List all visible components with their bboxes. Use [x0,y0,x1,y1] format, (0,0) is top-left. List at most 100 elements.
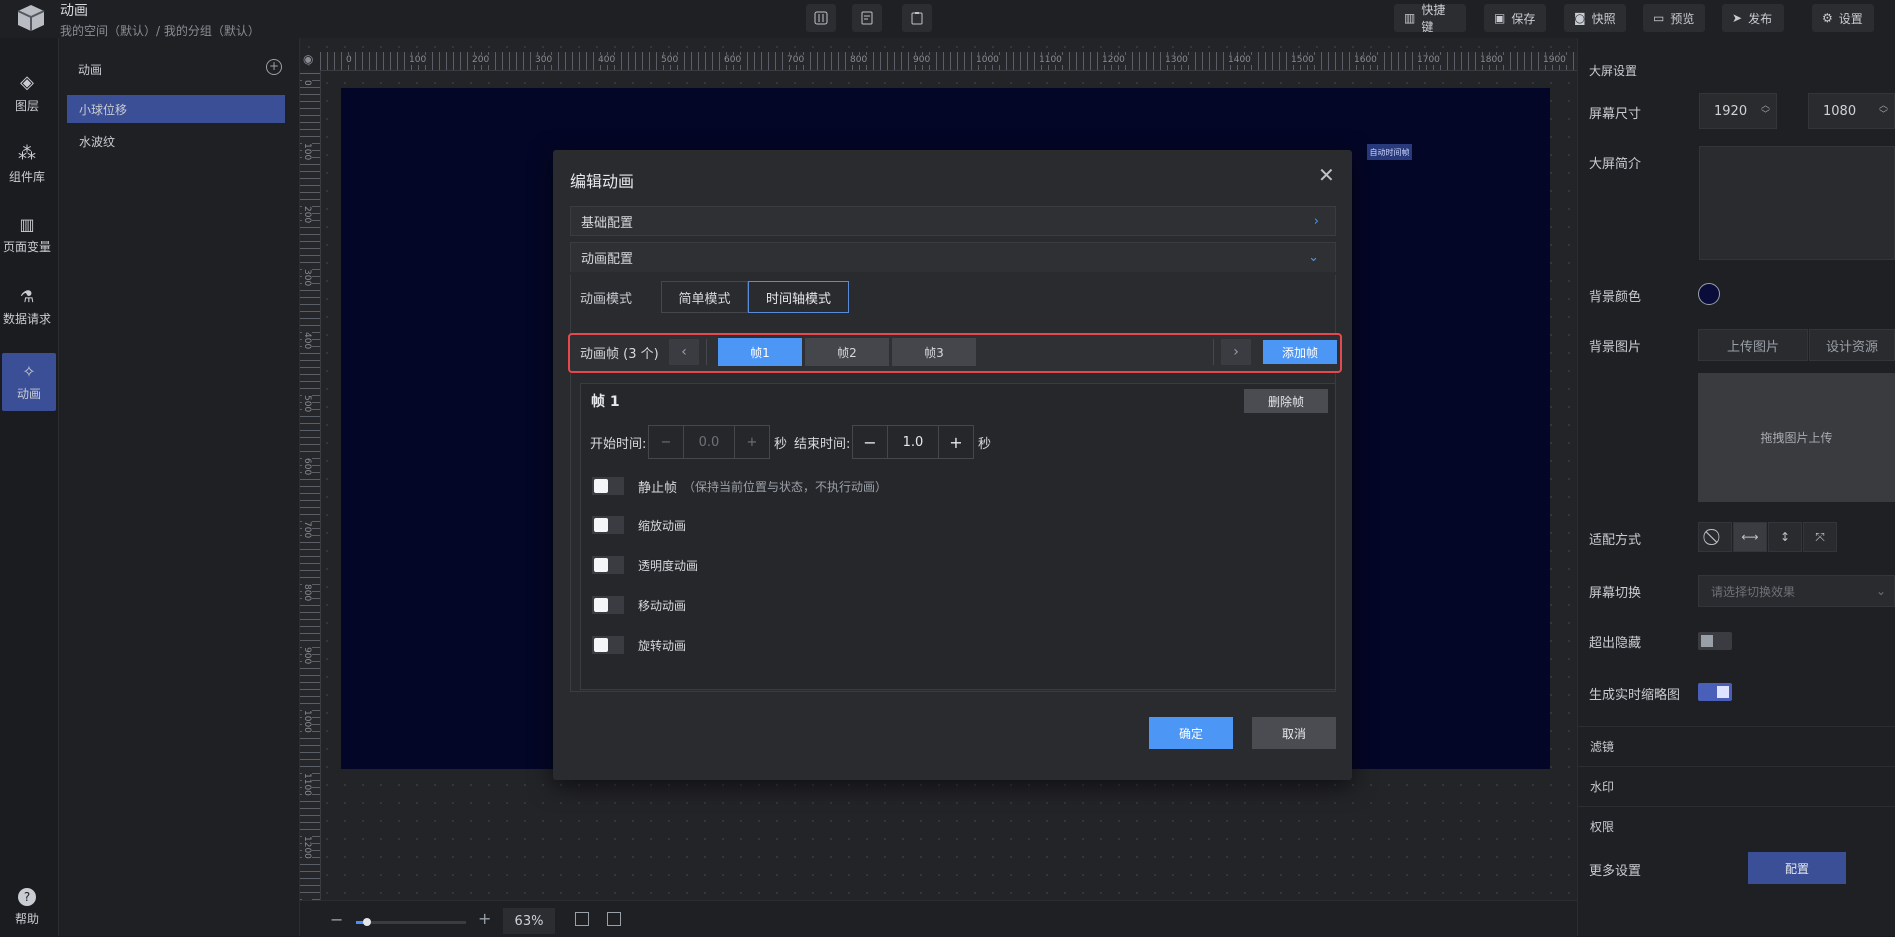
rail-item-layers[interactable]: ◈ 图层 [0,64,54,122]
image-dropzone[interactable]: 拖拽图片上传 [1698,373,1895,502]
stepper-arrows-icon[interactable]: ︿ ﹀ [1761,102,1770,120]
bg-color-swatch[interactable] [1698,283,1720,305]
zoom-value[interactable]: 63% [503,908,555,934]
section-filter[interactable]: 滤镜 [1578,726,1895,766]
toggle-knob [1701,635,1713,647]
screen-size-label: 屏幕尺寸 [1589,107,1642,122]
upload-image-button[interactable]: 上传图片 [1698,329,1808,361]
publish-button[interactable]: ➤ 发布 [1722,4,1784,32]
frames-prev-button[interactable]: ‹ [669,339,699,365]
rail-item-variables[interactable]: ▥ 页面变量 [0,206,54,264]
zoom-out-icon[interactable]: − [330,910,343,929]
start-time-label: 开始时间: [590,437,647,452]
frame-tab-3[interactable]: 帧3 [892,338,976,366]
option-rotate-animation[interactable]: 旋转动画 [592,635,686,655]
stepper-arrows-icon[interactable]: ︿ ﹀ [1879,102,1888,120]
confirm-button[interactable]: 确定 [1149,717,1233,749]
save-button[interactable]: ▣ 保存 [1484,4,1546,32]
breadcrumb[interactable]: 我的空间（默认）/ 我的分组（默认） [60,22,260,39]
clipboard-button[interactable] [902,4,932,32]
section-permission[interactable]: 权限 [1578,806,1895,846]
ruler-tick-label: 1400 [1227,55,1252,65]
screen-desc-textarea[interactable] [1699,146,1895,260]
section-watermark[interactable]: 水印 [1578,766,1895,806]
end-time-label: 结束时间: [794,437,851,452]
fit-stretch-icon[interactable]: ⤧ [1803,522,1837,552]
ruler-tick-label: 1100 [302,773,312,796]
accordion-animation-config[interactable]: 动画配置 ⌄ [570,242,1336,272]
option-opacity-animation[interactable]: 透明度动画 [592,555,698,575]
ruler-tick-label: 0 [345,55,353,65]
app-logo-icon [17,5,45,31]
frame-tab-2[interactable]: 帧2 [805,338,889,366]
fit-width-icon[interactable]: ⟷ [1733,522,1767,552]
ruler-tick-label: 900 [912,55,932,65]
settings-button[interactable]: ⚙ 设置 [1812,4,1874,32]
rail-item-components[interactable]: ⁂ 组件库 [0,135,54,193]
screen-width-input[interactable]: 1920 ︿ ﹀ [1699,93,1777,129]
ruler-tick-label: 1900 [1542,55,1567,65]
mode-timeline-button[interactable]: 时间轴模式 [748,281,849,313]
snapshot-button[interactable]: ◙ 快照 [1564,4,1626,32]
rail-item-data-request[interactable]: ⚗ 数据请求 [0,278,54,336]
help-button[interactable]: ? 帮助 [0,878,54,936]
auto-frame-element[interactable]: 自动时间帧 [1367,144,1412,160]
zoom-slider-handle[interactable] [363,918,371,926]
end-time-stepper[interactable]: − 1.0 + [852,425,974,459]
option-move-animation[interactable]: 移动动画 [592,595,686,615]
add-layer-icon[interactable]: + [266,59,282,75]
zoom-in-icon[interactable]: + [478,909,491,928]
edit-doc-button[interactable] [852,4,882,32]
rail-item-animation[interactable]: ✧ 动画 [2,353,56,411]
toggle-knob [1717,686,1729,698]
delete-frame-button[interactable]: 删除帧 [1244,389,1328,413]
shortcut-button[interactable]: ▥ 快捷键 [1394,3,1466,34]
ruler-tick-label: 600 [302,458,312,476]
preview-button[interactable]: ▭ 预览 [1643,4,1705,32]
screen-switch-select[interactable]: 请选择切换效果 ⌄ [1698,575,1895,607]
checkbox[interactable] [592,477,624,495]
checkbox[interactable] [592,516,624,534]
live-thumb-toggle[interactable] [1698,683,1732,701]
accordion-basic-config[interactable]: 基础配置 › [570,206,1336,236]
ruler-tick-label: 800 [849,55,869,65]
start-time-stepper[interactable]: − 0.0 + [648,425,770,459]
design-resources-button[interactable]: 设计资源 [1809,329,1895,361]
plus-icon[interactable]: + [938,426,973,458]
checkbox[interactable] [592,636,624,654]
close-icon[interactable]: ✕ [1318,163,1335,187]
zoom-slider[interactable] [356,921,466,924]
align-tool-button[interactable] [806,4,836,32]
minus-icon[interactable]: − [853,426,888,458]
frame-tab-1[interactable]: 帧1 [718,338,802,366]
mode-simple-button[interactable]: 简单模式 [661,281,748,313]
bg-image-label: 背景图片 [1589,340,1642,355]
add-frame-button[interactable]: 添加帧 [1263,340,1337,364]
option-static-frame[interactable]: 静止帧 （保持当前位置与状态，不执行动画） [592,476,887,496]
ruler-tick-label: 400 [597,55,617,65]
help-icon: ? [18,887,36,906]
ruler-tick-label: 1700 [1416,55,1441,65]
frames-next-button[interactable]: › [1221,339,1251,365]
fit-screen-icon[interactable] [575,912,589,926]
fit-none-icon[interactable]: ⃠ [1698,522,1732,552]
plus-icon[interactable]: + [734,426,769,458]
config-button[interactable]: 配置 [1748,852,1846,884]
ruler-tick-label: 700 [302,521,312,539]
layer-item[interactable]: 水波纹 [67,127,285,155]
layer-item[interactable]: 小球位移 [67,95,285,123]
fit-height-icon[interactable]: ↕ [1768,522,1802,552]
overflow-hidden-toggle[interactable] [1698,632,1732,650]
fullscreen-icon[interactable] [607,912,621,926]
ruler-tick-label: 300 [302,269,312,287]
eye-icon[interactable]: ◉ [303,52,313,66]
ruler-tick-label: 200 [302,206,312,224]
cancel-button[interactable]: 取消 [1252,717,1336,749]
ruler-tick-label: 300 [534,55,554,65]
minus-icon[interactable]: − [649,426,684,458]
chevron-right-icon: › [1233,344,1239,360]
screen-height-input[interactable]: 1080 ︿ ﹀ [1808,93,1895,129]
checkbox[interactable] [592,556,624,574]
checkbox[interactable] [592,596,624,614]
option-scale-animation[interactable]: 缩放动画 [592,515,686,535]
